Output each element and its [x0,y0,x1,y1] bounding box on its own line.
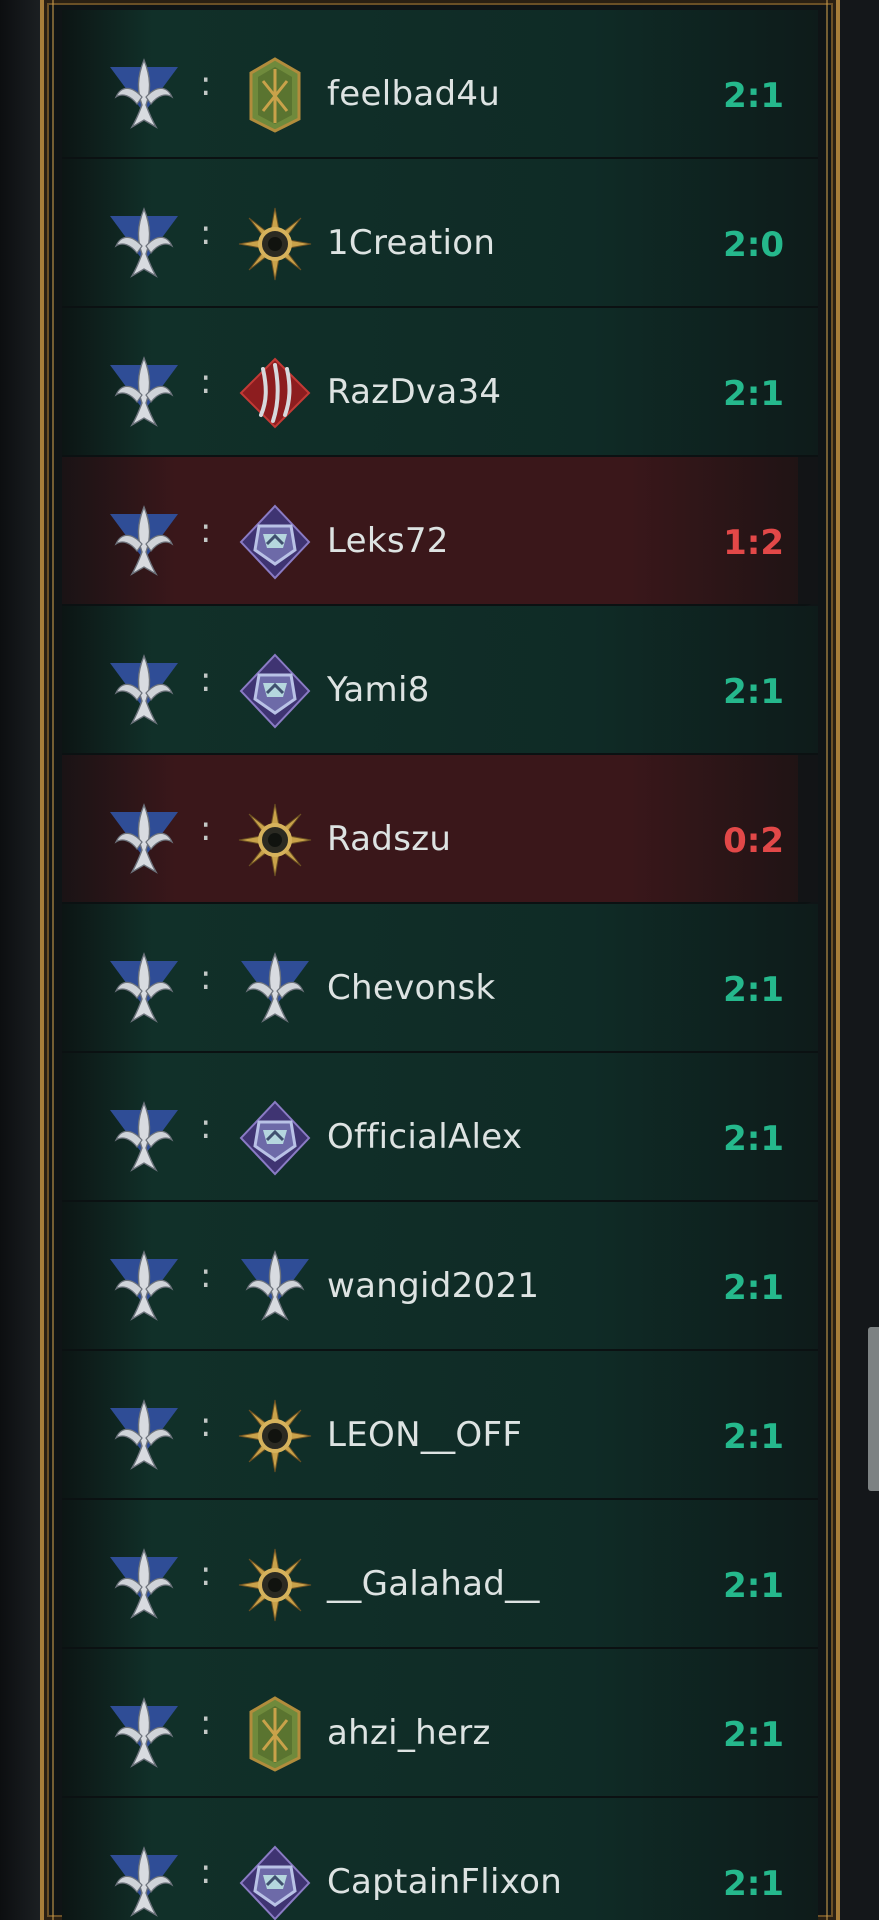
versus-separator: : [200,1554,212,1594]
blue-lily-icon [106,1398,182,1474]
opponent-name: wangid2021 [327,1266,540,1306]
blue-lily-icon [106,57,182,133]
blue-lily-icon [106,1249,182,1325]
match-row[interactable]: : Chevonsk 2:1 [62,904,818,1053]
green-shield-icon [237,57,313,133]
opponent-name: CaptainFlixon [327,1862,563,1902]
opponent-name: 1Creation [327,223,496,263]
match-score: 0:2 [723,821,784,861]
versus-separator: : [200,1405,212,1445]
opponent-name: OfficialAlex [327,1117,523,1157]
sun-emblem-icon [237,802,313,878]
blue-lily-icon [106,1696,182,1772]
match-score: 2:1 [723,1417,784,1457]
sun-emblem-icon [237,1547,313,1623]
match-score: 2:1 [723,76,784,116]
blue-lily-icon [106,951,182,1027]
match-score: 2:1 [723,672,784,712]
match-row[interactable]: : ahzi_herz 2:1 [62,1649,818,1798]
match-score: 2:1 [723,1268,784,1308]
match-row[interactable]: : __Galahad__ 2:1 [62,1500,818,1649]
match-row[interactable]: : CaptainFlixon 2:1 [62,1798,818,1920]
match-score: 2:1 [723,1566,784,1606]
blue-lily-icon [106,206,182,282]
opponent-name: Yami8 [327,670,430,710]
green-shield-icon [237,1696,313,1772]
opponent-name: Radszu [327,819,452,859]
versus-separator: : [200,660,212,700]
blue-lily-icon [106,653,182,729]
match-score: 1:2 [723,523,784,563]
blue-lily-icon [106,1845,182,1920]
sun-emblem-icon [237,1398,313,1474]
match-score: 2:1 [723,374,784,414]
versus-separator: : [200,362,212,402]
match-row[interactable]: : LEON__OFF 2:1 [62,1351,818,1500]
versus-separator: : [200,809,212,849]
versus-separator: : [200,1852,212,1892]
purple-crest-icon [237,1845,313,1920]
versus-separator: : [200,511,212,551]
versus-separator: : [200,213,212,253]
blue-lily-icon [237,951,313,1027]
match-score: 2:0 [723,225,784,265]
blue-lily-icon [106,355,182,431]
match-row[interactable]: : OfficialAlex 2:1 [62,1053,818,1202]
match-row[interactable]: : Yami8 2:1 [62,606,818,755]
opponent-name: RazDva34 [327,372,502,412]
purple-crest-icon [237,504,313,580]
blue-lily-icon [106,504,182,580]
match-score: 2:1 [723,1864,784,1904]
purple-crest-icon [237,653,313,729]
versus-separator: : [200,1107,212,1147]
match-history-screen: : feelbad4u 2:1 : 1Creation 2:0 : RazDva… [0,0,879,1920]
match-row[interactable]: : Radszu 0:2 [62,755,818,904]
purple-crest-icon [237,1100,313,1176]
opponent-name: ahzi_herz [327,1713,491,1753]
match-row[interactable]: : RazDva34 2:1 [62,308,818,457]
match-score: 2:1 [723,1119,784,1159]
match-row[interactable]: : wangid2021 2:1 [62,1202,818,1351]
match-row[interactable]: : Leks72 1:2 [62,457,818,606]
red-claw-icon [237,355,313,431]
versus-separator: : [200,1256,212,1296]
match-list[interactable]: : feelbad4u 2:1 : 1Creation 2:0 : RazDva… [62,0,818,1920]
match-row[interactable]: : 1Creation 2:0 [62,159,818,308]
match-score: 2:1 [723,1715,784,1755]
versus-separator: : [200,958,212,998]
opponent-name: feelbad4u [327,74,501,114]
opponent-name: Leks72 [327,521,449,561]
opponent-name: __Galahad__ [327,1564,540,1604]
versus-separator: : [200,64,212,104]
blue-lily-icon [106,802,182,878]
match-row[interactable]: : feelbad4u 2:1 [62,10,818,159]
opponent-name: LEON__OFF [327,1415,523,1455]
blue-lily-icon [237,1249,313,1325]
blue-lily-icon [106,1100,182,1176]
opponent-name: Chevonsk [327,968,496,1008]
blue-lily-icon [106,1547,182,1623]
sun-emblem-icon [237,206,313,282]
match-score: 2:1 [723,970,784,1010]
versus-separator: : [200,1703,212,1743]
scrollbar-thumb[interactable] [868,1327,879,1491]
